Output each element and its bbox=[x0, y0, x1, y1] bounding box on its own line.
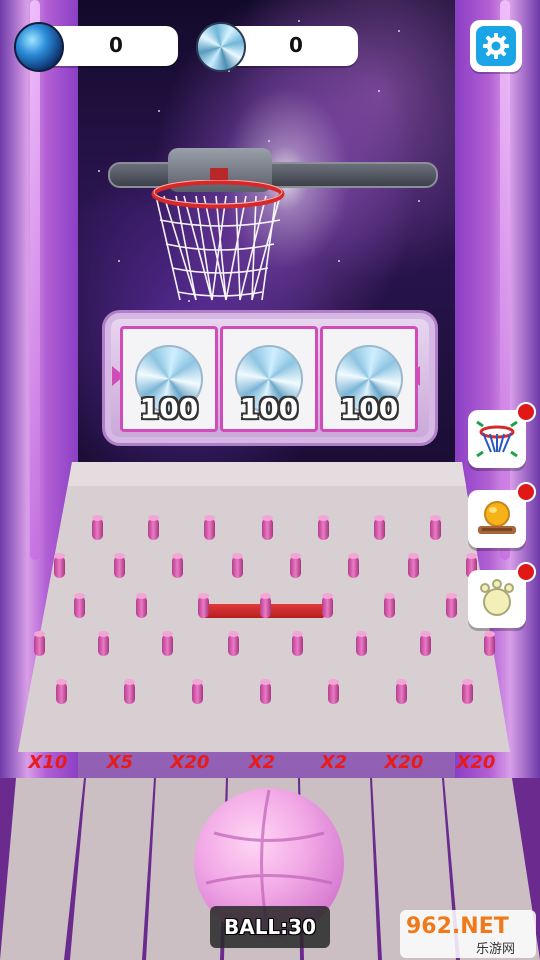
diamond-gem-count: 0 bbox=[289, 33, 303, 57]
peg bbox=[124, 679, 135, 704]
watermark-sub: 乐游网 bbox=[476, 942, 516, 957]
peg bbox=[162, 631, 173, 656]
game-scene: 0 0 100 100 100 X10 X5 X20 X2 X2 X20 X20… bbox=[0, 0, 540, 960]
peg bbox=[228, 631, 239, 656]
peg bbox=[260, 679, 271, 704]
coin-machine-icon bbox=[478, 501, 516, 534]
peg bbox=[172, 553, 183, 578]
slot-reel-3: 100 bbox=[320, 326, 418, 432]
hoop-upgrade-button[interactable] bbox=[468, 410, 526, 468]
multiplier-label: X2 bbox=[248, 752, 276, 773]
peg bbox=[148, 515, 159, 540]
pet-paw-icon bbox=[480, 579, 514, 616]
peg bbox=[262, 515, 273, 540]
peg bbox=[384, 593, 395, 618]
ball-counter: BALL:30 bbox=[210, 906, 330, 948]
slot-reel-1: 100 bbox=[120, 326, 218, 432]
peg bbox=[198, 593, 209, 618]
slot-reel-value: 100 bbox=[139, 392, 199, 425]
multiplier-label: X10 bbox=[28, 752, 68, 773]
peg bbox=[356, 631, 367, 656]
peg bbox=[348, 553, 359, 578]
multiplier-label: X2 bbox=[320, 752, 348, 773]
peg bbox=[74, 593, 85, 618]
peg bbox=[420, 631, 431, 656]
multiplier-label: X20 bbox=[456, 752, 496, 773]
ball-counter-text: BALL:30 bbox=[223, 915, 317, 939]
peg bbox=[232, 553, 243, 578]
peg bbox=[192, 679, 203, 704]
multiplier-label: X20 bbox=[170, 752, 210, 773]
pet-button[interactable] bbox=[468, 570, 526, 628]
peg bbox=[204, 515, 215, 540]
peg bbox=[290, 553, 301, 578]
peg bbox=[92, 515, 103, 540]
peg bbox=[484, 631, 495, 656]
peg bbox=[54, 553, 65, 578]
blue-gem-count: 0 bbox=[109, 33, 123, 57]
basketball-hoop-icon bbox=[151, 180, 285, 301]
diamond-gem-icon bbox=[196, 22, 246, 72]
peg bbox=[114, 553, 125, 578]
peg bbox=[98, 631, 109, 656]
peg bbox=[462, 679, 473, 704]
peg bbox=[374, 515, 385, 540]
peg bbox=[260, 593, 271, 618]
blue-gem-icon bbox=[14, 22, 64, 72]
notification-badge bbox=[516, 402, 536, 422]
watermark-main: 962.NET bbox=[406, 914, 509, 939]
peg bbox=[430, 515, 441, 540]
slot-reel-2: 100 bbox=[220, 326, 318, 432]
peg bbox=[408, 553, 419, 578]
peg bbox=[56, 679, 67, 704]
multiplier-label: X20 bbox=[384, 752, 424, 773]
peg bbox=[396, 679, 407, 704]
settings-button[interactable] bbox=[470, 20, 522, 72]
peg bbox=[136, 593, 147, 618]
gear-icon bbox=[476, 26, 516, 66]
multiplier-label: X5 bbox=[106, 752, 134, 773]
peg bbox=[34, 631, 45, 656]
coin-machine-button[interactable] bbox=[468, 490, 526, 548]
slot-reel-value: 100 bbox=[339, 392, 399, 425]
notification-badge bbox=[516, 562, 536, 582]
peg bbox=[328, 679, 339, 704]
peg bbox=[446, 593, 457, 618]
hoop-upgrade-icon bbox=[476, 420, 518, 458]
peg bbox=[292, 631, 303, 656]
peg bbox=[322, 593, 333, 618]
peg bbox=[318, 515, 329, 540]
slot-reel-value: 100 bbox=[239, 392, 299, 425]
notification-badge bbox=[516, 482, 536, 502]
